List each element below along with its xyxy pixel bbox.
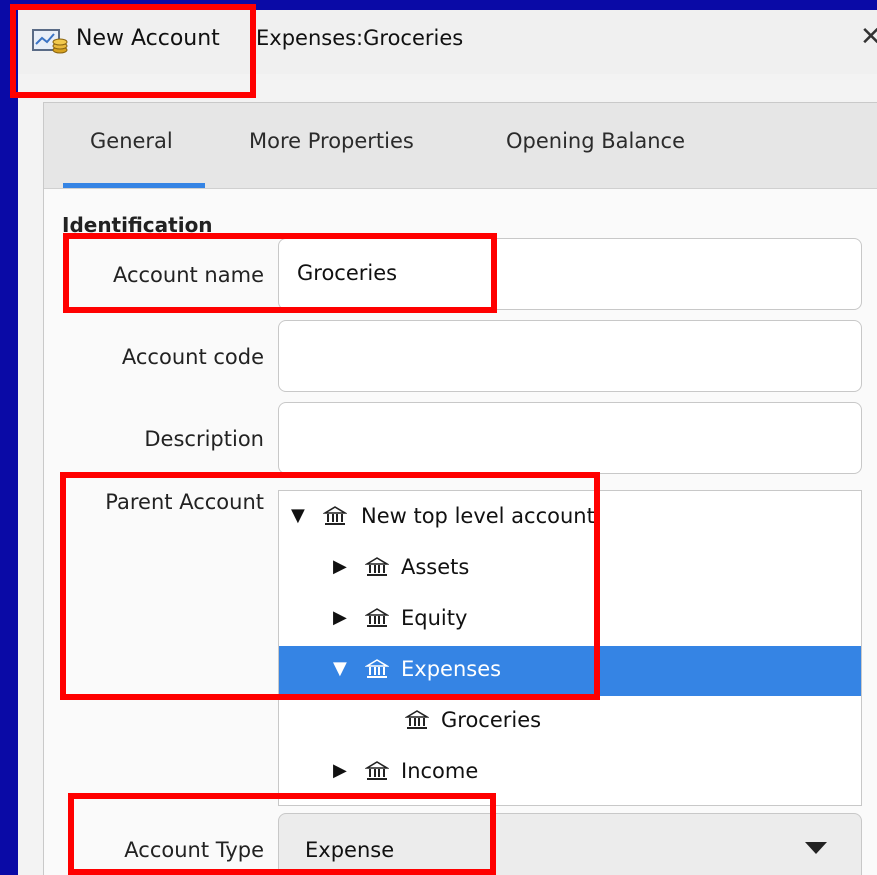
active-tab-indicator bbox=[63, 183, 205, 188]
tree-label: Groceries bbox=[441, 708, 542, 732]
tree-label: Expenses bbox=[401, 657, 502, 681]
tree-label: Assets bbox=[401, 555, 470, 579]
account-type-label: Account Type bbox=[124, 838, 264, 862]
chevron-right-icon[interactable]: ▶ bbox=[333, 556, 347, 577]
account-name-label: Account name bbox=[112, 263, 264, 287]
chevron-right-icon[interactable]: ▶ bbox=[333, 607, 347, 628]
chevron-right-icon[interactable]: ▶ bbox=[333, 760, 347, 781]
chevron-down-icon[interactable]: ▼ bbox=[291, 505, 305, 526]
description-input[interactable] bbox=[278, 402, 862, 474]
account-name-input[interactable]: Groceries bbox=[278, 238, 862, 310]
close-icon[interactable]: ✕ bbox=[860, 24, 877, 50]
bank-icon bbox=[323, 506, 347, 525]
account-code-input[interactable] bbox=[278, 320, 862, 392]
tree-row-equity[interactable]: ▶ Equity bbox=[279, 595, 861, 645]
bank-icon bbox=[365, 761, 389, 780]
chevron-down-icon[interactable] bbox=[805, 842, 827, 854]
tree-row-groceries[interactable]: Groceries bbox=[279, 697, 861, 747]
title-bar: New Account Expenses:Groceries ✕ bbox=[18, 10, 877, 74]
tree-row-top-level[interactable]: ▼ New top level account bbox=[279, 493, 861, 543]
tab-general[interactable]: General bbox=[90, 129, 173, 153]
dialog-content: General More Properties Opening Balance … bbox=[43, 102, 877, 875]
account-type-value: Expense bbox=[305, 838, 395, 862]
tree-label: Income bbox=[401, 759, 479, 783]
tab-bar: General More Properties Opening Balance bbox=[44, 103, 877, 189]
tree-label: Equity bbox=[401, 606, 468, 630]
bank-icon bbox=[365, 659, 389, 678]
parent-account-tree[interactable]: ▼ New top level account ▶ Assets ▶ Equit… bbox=[278, 490, 862, 806]
account-type-select[interactable]: Expense bbox=[278, 813, 862, 875]
section-title: Identification bbox=[62, 213, 213, 237]
tree-row-income[interactable]: ▶ Income bbox=[279, 748, 861, 798]
tree-row-assets[interactable]: ▶ Assets bbox=[279, 544, 861, 594]
bank-icon bbox=[365, 557, 389, 576]
window-subtitle: Expenses:Groceries bbox=[256, 26, 464, 50]
window-title: New Account bbox=[76, 26, 220, 51]
bank-icon bbox=[365, 608, 389, 627]
app-icon bbox=[32, 29, 68, 54]
bank-icon bbox=[405, 710, 429, 729]
chevron-down-icon[interactable]: ▼ bbox=[333, 658, 347, 679]
tab-more-properties[interactable]: More Properties bbox=[249, 129, 414, 153]
new-account-dialog: New Account Expenses:Groceries ✕ General… bbox=[18, 10, 877, 875]
parent-account-label: Parent Account bbox=[105, 490, 264, 514]
account-code-label: Account code bbox=[121, 345, 264, 369]
tree-row-expenses[interactable]: ▼ Expenses bbox=[279, 646, 861, 696]
description-label: Description bbox=[144, 427, 264, 451]
tree-label: New top level account bbox=[361, 504, 595, 528]
tab-opening-balance[interactable]: Opening Balance bbox=[506, 129, 685, 153]
